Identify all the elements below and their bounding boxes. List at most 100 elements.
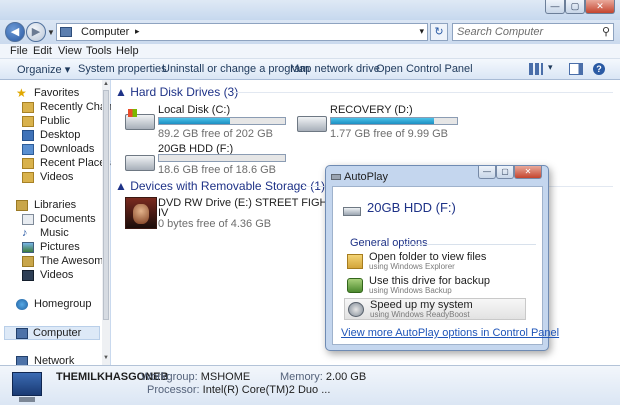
scroll-up-icon[interactable]: ▲ <box>103 81 109 87</box>
refresh-button[interactable]: ↻ <box>430 23 448 41</box>
menu-file[interactable]: File <box>10 45 28 57</box>
processor-info: Processor: Intel(R) Core(TM)2 Duo ... <box>147 384 330 396</box>
memory-label: Memory: <box>280 371 323 383</box>
navigation-pane: ★ Favorites Recently Change Public Deskt… <box>0 80 124 367</box>
memory-info: Memory: 2.00 GB <box>280 371 366 383</box>
dvd-drive-icon <box>125 197 157 229</box>
search-input[interactable]: Search Computer ⚲ <box>452 23 614 41</box>
drive-c-name: Local Disk (C:) <box>158 104 231 116</box>
recent-pages-icon[interactable]: ▼ <box>47 28 55 37</box>
option-speed-up-sub: using Windows ReadyBoost <box>370 310 470 319</box>
change-view-icon[interactable] <box>529 63 543 75</box>
group-divider <box>233 92 613 93</box>
drive-d[interactable]: RECOVERY (D:) 1.77 GB free of 9.99 GB <box>293 102 463 142</box>
menu-edit[interactable]: Edit <box>33 45 52 57</box>
scroll-down-icon[interactable]: ▼ <box>103 355 109 361</box>
back-button[interactable]: ◀ <box>5 22 25 42</box>
backup-icon <box>347 278 363 293</box>
map-network-drive-button[interactable]: Map network drive <box>290 63 380 75</box>
organize-button[interactable]: Organize ▾ <box>17 63 70 76</box>
group-hdd-label: Hard Disk Drives (3) <box>130 85 239 99</box>
dvd-name-line1: DVD RW Drive (E:) STREET FIGHTER <box>158 197 350 209</box>
autoplay-drive-icon <box>331 174 341 180</box>
drive-c[interactable]: Local Disk (C:) 89.2 GB free of 202 GB <box>121 102 291 142</box>
option-backup-sub: using Windows Backup <box>369 286 452 295</box>
computer-large-icon <box>12 372 42 402</box>
autoplay-drive-name: 20GB HDD (F:) <box>367 200 456 215</box>
drive-d-free: 1.77 GB free of 9.99 GB <box>330 128 449 140</box>
pictures-icon <box>22 242 34 253</box>
organize-label: Organize <box>17 64 62 76</box>
more-autoplay-options-link[interactable]: View more AutoPlay options in Control Pa… <box>341 327 559 339</box>
drive-f[interactable]: 20GB HDD (F:) 18.6 GB free of 18.6 GB <box>121 141 291 177</box>
nav-computer[interactable]: Computer <box>4 326 100 340</box>
library-icon <box>22 256 34 267</box>
drive-c-free: 89.2 GB free of 202 GB <box>158 128 273 140</box>
menu-view[interactable]: View <box>58 45 82 57</box>
drive-c-usage-bar <box>158 117 286 125</box>
recent-places-icon <box>22 158 34 169</box>
videos-icon <box>22 270 34 281</box>
memory-value: 2.00 GB <box>325 371 367 383</box>
computer-icon <box>60 27 72 37</box>
autoplay-title: AutoPlay <box>344 171 389 183</box>
folder-icon <box>347 254 363 269</box>
uninstall-program-button[interactable]: Uninstall or change a program <box>162 63 309 75</box>
homegroup-icon <box>16 299 28 310</box>
address-bar[interactable]: Computer ▸ ▾ <box>56 23 428 41</box>
group-hard-disk-drives[interactable]: ▲ Hard Disk Drives (3) <box>115 85 238 99</box>
window-title-bar: — ▢ ✕ <box>0 0 620 20</box>
folder-icon <box>22 172 34 183</box>
computer-icon <box>16 328 28 339</box>
desktop-icon <box>22 130 34 141</box>
drive-f-free: 18.6 GB free of 18.6 GB <box>158 164 277 176</box>
option-backup[interactable]: Use this drive for backup using Windows … <box>344 275 526 297</box>
readyboost-icon <box>348 302 364 317</box>
dialog-minimize-button[interactable]: — <box>478 166 496 179</box>
option-speed-up[interactable]: Speed up my system using Windows ReadyBo… <box>344 298 526 320</box>
workgroup-value: MSHOME <box>200 371 251 383</box>
drive-d-usage-bar <box>330 117 458 125</box>
drive-e-dvd[interactable]: DVD RW Drive (E:) STREET FIGHTER IV 0 by… <box>121 195 350 235</box>
hard-drive-icon <box>343 207 361 216</box>
address-row: ◀ ▶ ▼ Computer ▸ ▾ ↻ Search Computer ⚲ <box>0 20 620 44</box>
menu-tools[interactable]: Tools <box>86 45 112 57</box>
breadcrumb-computer[interactable]: Computer <box>81 26 129 38</box>
processor-label: Processor: <box>147 384 200 396</box>
folder-icon <box>22 102 34 113</box>
help-icon[interactable]: ? <box>593 63 605 75</box>
scroll-thumb[interactable] <box>103 90 109 320</box>
menu-bar: File Edit View Tools Help <box>0 44 620 59</box>
processor-value: Intel(R) Core(TM)2 Duo ... <box>202 384 331 396</box>
details-pane: THEMILKHASGONEB Workgroup: MSHOME Memory… <box>0 365 620 405</box>
open-control-panel-button[interactable]: Open Control Panel <box>376 63 473 75</box>
close-button[interactable]: ✕ <box>585 0 615 14</box>
option-open-folder[interactable]: Open folder to view files using Windows … <box>344 251 526 273</box>
music-icon: ♪ <box>22 227 28 239</box>
star-icon: ★ <box>16 87 27 100</box>
maximize-button[interactable]: ▢ <box>565 0 585 14</box>
nav-scrollbar[interactable]: ▲ ▼ <box>102 80 110 365</box>
hard-drive-icon <box>125 109 155 130</box>
chevron-right-icon[interactable]: ▸ <box>135 26 140 37</box>
system-properties-button[interactable]: System properties <box>78 63 167 75</box>
minimize-button[interactable]: — <box>545 0 565 14</box>
dvd-free: 0 bytes free of 4.36 GB <box>158 218 272 230</box>
dialog-close-button[interactable]: ✕ <box>514 166 542 179</box>
workgroup-label: Workgroup: <box>141 371 198 383</box>
drive-f-usage-bar <box>158 154 286 162</box>
dialog-maximize-button[interactable]: ▢ <box>496 166 514 179</box>
section-divider <box>403 244 536 245</box>
hard-drive-icon <box>297 116 327 132</box>
chevron-down-icon[interactable]: ▾ <box>419 26 424 37</box>
preview-pane-icon[interactable] <box>569 63 583 75</box>
view-dropdown-icon[interactable]: ▾ <box>548 62 553 73</box>
group-removable-storage[interactable]: ▲ Devices with Removable Storage (1) <box>115 179 325 193</box>
forward-button[interactable]: ▶ <box>26 22 46 42</box>
hard-drive-icon <box>125 155 155 171</box>
group-removable-label: Devices with Removable Storage (1) <box>130 179 325 193</box>
option-open-folder-sub: using Windows Explorer <box>369 262 455 271</box>
menu-help[interactable]: Help <box>116 45 139 57</box>
search-icon[interactable]: ⚲ <box>602 25 610 38</box>
drive-d-usage-fill <box>331 118 435 124</box>
